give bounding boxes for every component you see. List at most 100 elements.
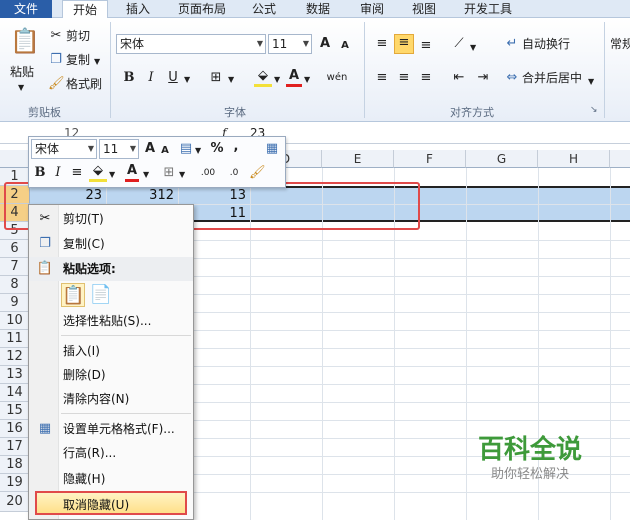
row-header[interactable]: 19 <box>0 474 30 492</box>
comma-style-icon[interactable]: , <box>229 139 243 155</box>
tab-review[interactable]: 审阅 <box>352 0 392 18</box>
mini-size-combo[interactable]: 11 ▼ <box>99 139 139 159</box>
align-top-icon[interactable]: ≡ <box>374 36 390 52</box>
center-align-icon[interactable]: ≡ <box>69 165 85 181</box>
column-header-g[interactable]: G <box>466 150 538 168</box>
format-table-icon[interactable]: ▦ <box>263 141 281 157</box>
number-format-combo[interactable]: 常规 <box>610 36 630 52</box>
fill-dropdown-icon[interactable]: ▼ <box>274 72 280 88</box>
row-header[interactable]: 13 <box>0 366 30 384</box>
bold-button[interactable]: B <box>33 165 47 181</box>
font-size-combo[interactable]: 11 ▼ <box>268 34 312 54</box>
align-right-icon[interactable]: ≡ <box>418 70 434 86</box>
menu-item-clear-contents[interactable]: 清除内容(N) <box>29 387 193 411</box>
tab-insert[interactable]: 插入 <box>118 0 158 18</box>
column-header-h[interactable]: H <box>538 150 610 168</box>
tab-view[interactable]: 视图 <box>404 0 444 18</box>
row-header[interactable]: 16 <box>0 420 30 438</box>
underline-button[interactable]: U <box>166 70 180 86</box>
paste-dropdown-icon[interactable]: ▼ <box>18 80 24 96</box>
orientation-icon[interactable]: ⟋ <box>450 36 468 52</box>
mini-font-combo[interactable]: 宋体 ▼ <box>31 139 97 159</box>
shrink-font-icon[interactable]: A <box>159 143 171 159</box>
row-header[interactable]: 8 <box>0 276 30 294</box>
decrease-decimal-icon[interactable]: .0 <box>223 165 245 181</box>
column-header-e[interactable]: E <box>322 150 394 168</box>
menu-item-row-height[interactable]: 行高(R)... <box>29 441 193 465</box>
paste-values-icon[interactable]: 📄 <box>89 283 113 307</box>
merge-dropdown-icon[interactable]: ▼ <box>588 74 594 90</box>
menu-item-hide[interactable]: 隐藏(H) <box>29 467 193 491</box>
accounting-format-icon[interactable]: ▤ <box>177 141 195 157</box>
font-color-dropdown-icon[interactable]: ▼ <box>143 167 149 183</box>
tab-home[interactable]: 开始 <box>62 0 108 19</box>
menu-item-copy[interactable]: ❐ 复制(C) <box>29 232 193 256</box>
increase-indent-icon[interactable]: ⇥ <box>474 70 492 86</box>
merge-center-icon[interactable]: ⇔ <box>504 70 520 86</box>
grow-font-icon[interactable]: A <box>318 36 332 52</box>
menu-item-insert[interactable]: 插入(I) <box>29 339 193 363</box>
tab-data[interactable]: 数据 <box>298 0 338 18</box>
wrap-text-button[interactable]: 自动换行 <box>522 36 570 52</box>
borders-icon[interactable]: ⊞ <box>208 70 224 86</box>
bold-button[interactable]: B <box>122 70 136 86</box>
row-header[interactable]: 9 <box>0 294 30 312</box>
tab-developer[interactable]: 开发工具 <box>456 0 520 18</box>
cut-button[interactable]: 剪切 <box>66 28 90 44</box>
borders-icon[interactable]: ⊞ <box>161 165 177 181</box>
font-color-icon[interactable]: A <box>125 163 139 182</box>
format-painter-icon[interactable]: 🖌 <box>48 76 65 92</box>
font-color-icon[interactable]: A <box>286 68 302 87</box>
row-header[interactable]: 15 <box>0 402 30 420</box>
accounting-dropdown-icon[interactable]: ▼ <box>195 143 201 159</box>
paste-option-icon[interactable]: 📋 <box>61 283 85 307</box>
italic-button[interactable]: I <box>144 70 158 86</box>
copy-button[interactable]: 复制 <box>66 52 90 68</box>
tab-file[interactable]: 文件 <box>0 0 52 18</box>
dialog-launcher-icon[interactable]: ↘ <box>590 102 598 118</box>
format-painter-icon[interactable]: 🖌 <box>249 165 266 181</box>
grow-font-icon[interactable]: A <box>143 141 157 157</box>
row-header[interactable]: 20 <box>0 492 30 512</box>
menu-item-delete[interactable]: 删除(D) <box>29 363 193 387</box>
tab-formulas[interactable]: 公式 <box>244 0 284 18</box>
align-center-icon[interactable]: ≡ <box>396 70 412 86</box>
increase-decimal-icon[interactable]: .00 <box>197 165 219 181</box>
orientation-dropdown-icon[interactable]: ▼ <box>470 40 476 56</box>
row-header[interactable]: 17 <box>0 438 30 456</box>
font-name-combo[interactable]: 宋体 ▼ <box>116 34 266 54</box>
decrease-indent-icon[interactable]: ⇤ <box>450 70 468 86</box>
align-left-icon[interactable]: ≡ <box>374 70 390 86</box>
merge-center-button[interactable]: 合并后居中 <box>522 70 582 86</box>
copy-dropdown-icon[interactable]: ▼ <box>94 54 100 70</box>
paste-icon[interactable]: 📋 <box>10 24 40 58</box>
font-color-dropdown-icon[interactable]: ▼ <box>304 72 310 88</box>
shrink-font-icon[interactable]: A <box>338 38 352 54</box>
row-header[interactable]: 18 <box>0 456 30 474</box>
row-header[interactable]: 7 <box>0 258 30 276</box>
borders-dropdown-icon[interactable]: ▼ <box>179 167 185 183</box>
percent-icon[interactable]: % <box>209 141 225 157</box>
wrap-text-icon[interactable]: ↵ <box>504 36 520 52</box>
column-header-partial[interactable] <box>610 150 630 168</box>
column-header-f[interactable]: F <box>394 150 466 168</box>
select-all-corner[interactable] <box>0 150 30 168</box>
fill-dropdown-icon[interactable]: ▼ <box>109 167 115 183</box>
paste-button-label[interactable]: 粘贴 <box>10 64 34 80</box>
underline-dropdown-icon[interactable]: ▼ <box>184 72 190 88</box>
row-header[interactable]: 6 <box>0 240 30 258</box>
menu-item-paste-special[interactable]: 选择性粘贴(S)... <box>29 309 193 333</box>
menu-item-unhide[interactable]: 取消隐藏(U) <box>35 491 187 515</box>
borders-dropdown-icon[interactable]: ▼ <box>228 72 234 88</box>
tab-page-layout[interactable]: 页面布局 <box>170 0 234 18</box>
fill-color-icon[interactable]: ⬙ <box>254 68 272 87</box>
row-header[interactable]: 10 <box>0 312 30 330</box>
scissors-icon[interactable]: ✂ <box>48 28 64 44</box>
format-painter-button[interactable]: 格式刷 <box>66 76 102 92</box>
row-header[interactable]: 12 <box>0 348 30 366</box>
phonetic-guide-icon[interactable]: wén <box>326 70 348 86</box>
menu-item-format-cells[interactable]: ▦ 设置单元格格式(F)... <box>29 417 193 441</box>
align-bottom-icon[interactable]: ≡ <box>418 38 434 54</box>
copy-icon[interactable]: ❐ <box>48 52 64 68</box>
row-header[interactable]: 14 <box>0 384 30 402</box>
